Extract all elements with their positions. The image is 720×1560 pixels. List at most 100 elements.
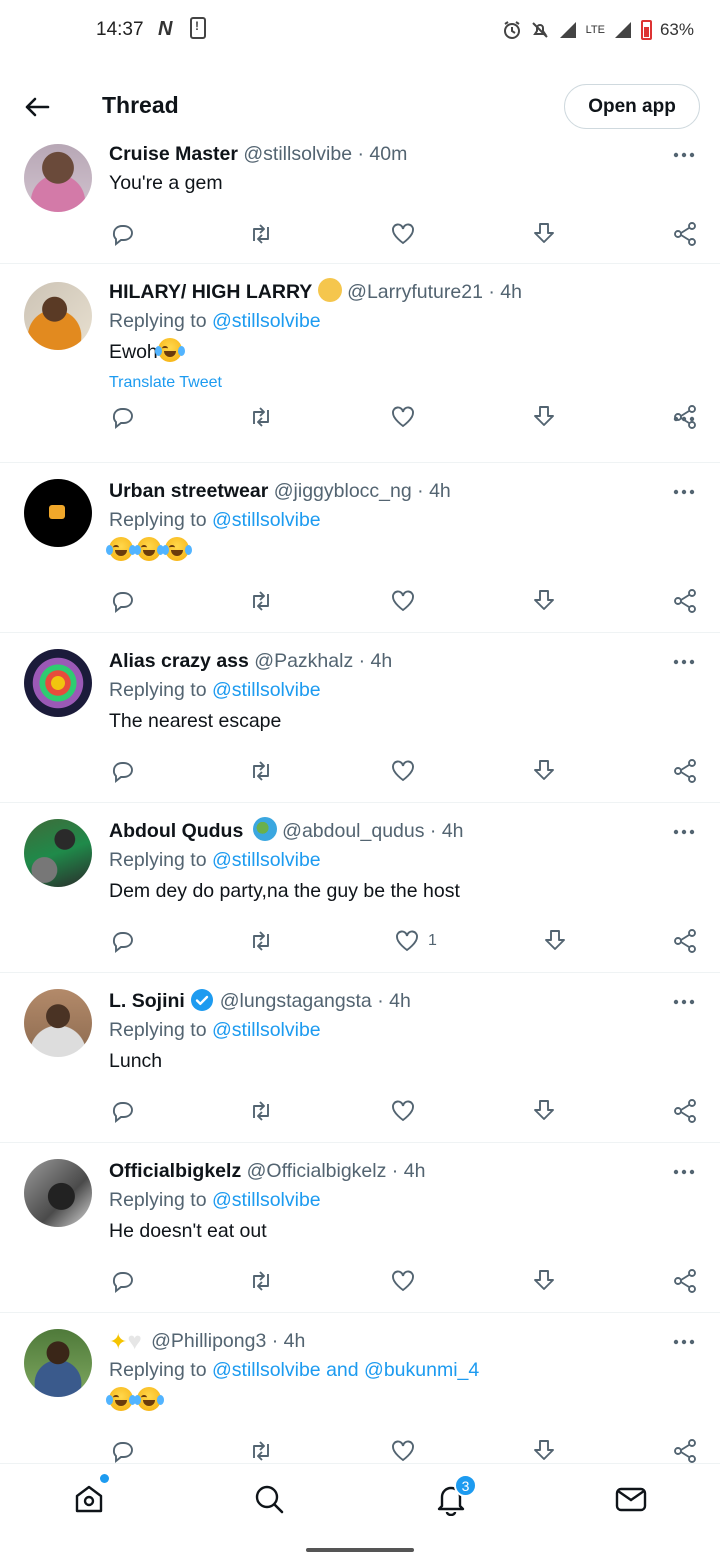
more-options-icon[interactable]: [672, 1337, 696, 1347]
tweet[interactable]: Urban streetwear @jiggyblocc_ng · 4h Rep…: [0, 463, 720, 633]
like-button[interactable]: [390, 1097, 424, 1125]
download-button[interactable]: [542, 927, 568, 955]
mention-link[interactable]: @stillsolvibe: [212, 679, 321, 701]
avatar[interactable]: [24, 282, 92, 350]
retweet-button[interactable]: [248, 1267, 274, 1295]
retweet-button[interactable]: [248, 1097, 274, 1125]
timestamp[interactable]: 4h: [389, 990, 411, 1012]
download-button[interactable]: [531, 587, 557, 615]
share-button[interactable]: [672, 1437, 698, 1463]
username[interactable]: @stillsolvibe: [243, 143, 352, 165]
download-button[interactable]: [531, 1097, 557, 1125]
display-name[interactable]: HILARY/ HIGH LARRY: [109, 281, 312, 303]
share-button[interactable]: [672, 403, 698, 431]
timestamp[interactable]: 4h: [500, 281, 522, 303]
like-button[interactable]: [390, 403, 424, 431]
display-name[interactable]: Urban streetwear: [109, 480, 268, 502]
tweet[interactable]: Abdoul Qudus @abdoul_qudus · 4h Replying…: [0, 803, 720, 973]
download-button[interactable]: [531, 403, 557, 431]
more-options-icon[interactable]: [672, 657, 696, 667]
gesture-bar[interactable]: [306, 1548, 414, 1552]
tweet[interactable]: Officialbigkelz @Officialbigkelz · 4h Re…: [0, 1143, 720, 1313]
share-button[interactable]: [672, 927, 698, 955]
more-options-icon[interactable]: [672, 1167, 696, 1177]
nav-home[interactable]: [72, 1474, 112, 1522]
nav-messages[interactable]: [614, 1482, 654, 1522]
username[interactable]: @abdoul_qudus: [282, 820, 424, 842]
display-name[interactable]: L. Sojini: [109, 990, 185, 1012]
tweet[interactable]: L. Sojini @lungstagangsta · 4h Replying …: [0, 973, 720, 1143]
nav-notifications[interactable]: 3: [434, 1474, 477, 1522]
retweet-button[interactable]: [248, 220, 274, 248]
nav-search[interactable]: [252, 1482, 292, 1522]
retweet-button[interactable]: [248, 757, 274, 785]
retweet-button[interactable]: [248, 403, 274, 431]
like-button[interactable]: [390, 1437, 424, 1463]
tweet[interactable]: Alias crazy ass @Pazkhalz · 4h Replying …: [0, 633, 720, 803]
reply-button[interactable]: [110, 220, 136, 248]
reply-button[interactable]: [110, 927, 136, 955]
reply-button[interactable]: [110, 403, 136, 431]
avatar[interactable]: [24, 1329, 92, 1397]
username[interactable]: @Officialbigkelz: [247, 1160, 387, 1182]
avatar[interactable]: [24, 144, 92, 212]
reply-button[interactable]: [110, 1437, 136, 1463]
reply-button[interactable]: [110, 1097, 136, 1125]
more-options-icon[interactable]: [672, 487, 696, 497]
mention-link[interactable]: @stillsolvibe: [212, 1189, 321, 1211]
username[interactable]: @lungstagangsta: [220, 990, 372, 1012]
display-name[interactable]: Officialbigkelz: [109, 1160, 241, 1182]
reply-button[interactable]: [110, 587, 136, 615]
timestamp[interactable]: 4h: [371, 650, 393, 672]
share-button[interactable]: [672, 757, 698, 785]
retweet-button[interactable]: [248, 1437, 274, 1463]
open-app-button[interactable]: Open app: [564, 84, 700, 129]
download-button[interactable]: [531, 220, 557, 248]
like-button[interactable]: 1: [394, 927, 437, 955]
share-button[interactable]: [672, 220, 698, 248]
display-name[interactable]: Alias crazy ass: [109, 650, 249, 672]
share-button[interactable]: [672, 587, 698, 615]
more-options-icon[interactable]: [672, 827, 696, 837]
avatar[interactable]: [24, 649, 92, 717]
avatar[interactable]: [24, 989, 92, 1057]
avatar[interactable]: [24, 479, 92, 547]
username[interactable]: @jiggyblocc_ng: [274, 480, 412, 502]
like-button[interactable]: [390, 587, 424, 615]
username[interactable]: @Pazkhalz: [254, 650, 353, 672]
like-button[interactable]: [390, 757, 424, 785]
avatar[interactable]: [24, 819, 92, 887]
avatar[interactable]: [24, 1159, 92, 1227]
timestamp[interactable]: 4h: [442, 820, 464, 842]
back-arrow-icon[interactable]: [22, 92, 52, 122]
display-name[interactable]: Cruise Master: [109, 143, 238, 165]
reply-button[interactable]: [110, 757, 136, 785]
like-button[interactable]: [390, 1267, 424, 1295]
mention-link[interactable]: @bukunmi_4: [364, 1359, 479, 1381]
tweet[interactable]: ✦♥ @Phillipong3 · 4h Replying to @stills…: [0, 1313, 720, 1463]
timestamp[interactable]: 4h: [429, 480, 451, 502]
timestamp[interactable]: 4h: [284, 1330, 306, 1352]
translate-tweet-link[interactable]: Translate Tweet: [109, 368, 660, 398]
like-button[interactable]: [390, 220, 424, 248]
retweet-button[interactable]: [248, 927, 274, 955]
download-button[interactable]: [531, 1267, 557, 1295]
display-name[interactable]: Abdoul Qudus: [109, 820, 243, 842]
more-options-icon[interactable]: [672, 997, 696, 1007]
retweet-button[interactable]: [248, 587, 274, 615]
timestamp[interactable]: 4h: [404, 1160, 426, 1182]
mention-link[interactable]: @stillsolvibe: [212, 1359, 321, 1381]
reply-button[interactable]: [110, 1267, 136, 1295]
download-button[interactable]: [531, 757, 557, 785]
tweet[interactable]: Cruise Master @stillsolvibe · 40m You're…: [0, 140, 720, 264]
download-button[interactable]: [531, 1437, 557, 1463]
share-button[interactable]: [672, 1267, 698, 1295]
more-options-icon[interactable]: [672, 150, 696, 160]
share-button[interactable]: [672, 1097, 698, 1125]
timestamp[interactable]: 40m: [369, 143, 407, 165]
mention-link[interactable]: @stillsolvibe: [212, 509, 321, 531]
mention-link[interactable]: @stillsolvibe: [212, 1019, 321, 1041]
username[interactable]: @Larryfuture21: [347, 281, 483, 303]
mention-link[interactable]: @stillsolvibe: [212, 310, 321, 332]
tweet[interactable]: HILARY/ HIGH LARRY @Larryfuture21 · 4h R…: [0, 264, 720, 463]
